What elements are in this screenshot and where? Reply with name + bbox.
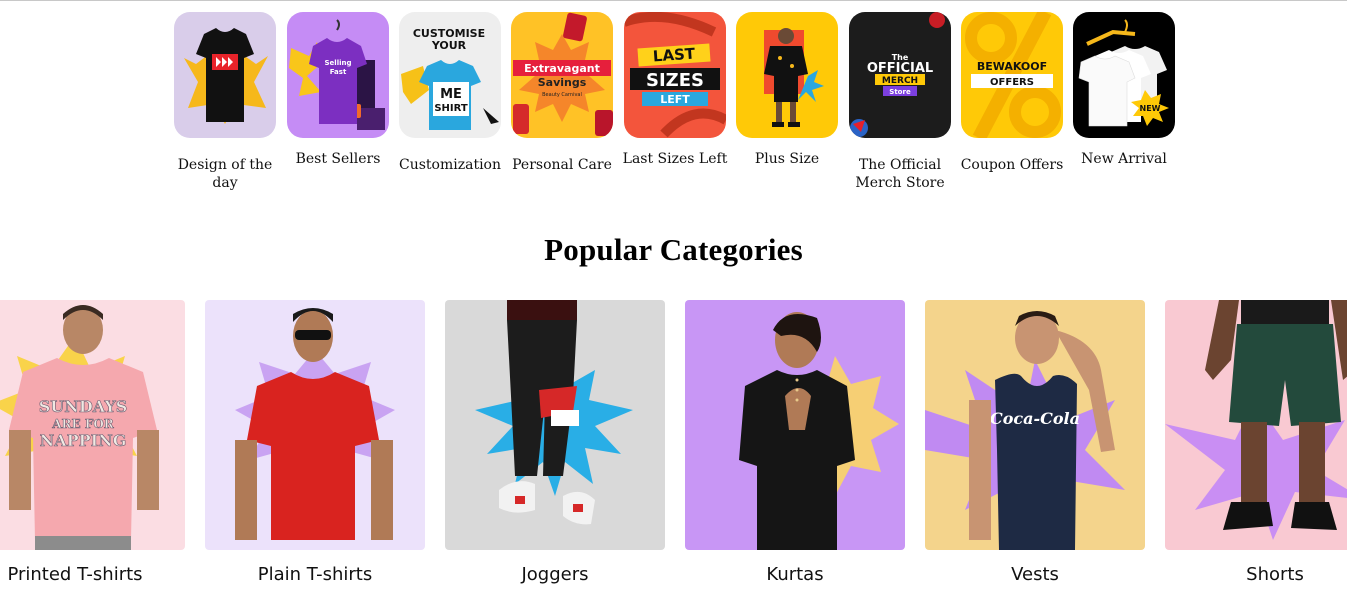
- model-photo: [685, 300, 905, 550]
- category-image[interactable]: [1165, 300, 1347, 550]
- story-thumbnail[interactable]: BEWAKOOF OFFERS: [961, 12, 1063, 138]
- tshirt-icon: Selling Fast: [287, 12, 389, 138]
- story-thumbnail[interactable]: Extravagant Savings Beauty Carnival: [511, 12, 613, 138]
- svg-text:ARE FOR: ARE FOR: [51, 417, 115, 431]
- svg-text:LAST: LAST: [652, 44, 696, 65]
- svg-text:SIZES: SIZES: [646, 70, 704, 91]
- story-thumbnail[interactable]: [174, 12, 276, 138]
- svg-text:SUNDAYS: SUNDAYS: [39, 397, 128, 416]
- category-image[interactable]: SUNDAYS ARE FOR NAPPING: [0, 300, 185, 550]
- story-customization[interactable]: CUSTOMISE YOUR ME SHIRT Customization: [399, 12, 501, 174]
- category-image[interactable]: [205, 300, 425, 550]
- category-label: Kurtas: [766, 564, 824, 585]
- category-label: Plain T-shirts: [257, 564, 373, 585]
- svg-text:Coca-Cola: Coca-Cola: [990, 409, 1080, 428]
- story-thumbnail[interactable]: Selling Fast: [287, 12, 389, 138]
- top-divider: [0, 0, 1347, 1]
- category-label: Vests: [1011, 564, 1059, 585]
- section-title: Popular Categories: [544, 232, 803, 267]
- story-plus-size[interactable]: Plus Size: [736, 12, 838, 168]
- model-photo: [205, 300, 425, 550]
- story-best-sellers[interactable]: Selling Fast Best Sellers: [287, 12, 389, 168]
- category-shorts[interactable]: Shorts: [1165, 300, 1347, 585]
- category-image[interactable]: [685, 300, 905, 550]
- story-last-sizes-left[interactable]: LAST SIZES LEFT Last Sizes Left: [623, 12, 727, 168]
- category-plain-tshirts[interactable]: Plain T-shirts: [205, 300, 425, 585]
- tshirt-icon: NEW: [1073, 12, 1175, 138]
- svg-text:OFFERS: OFFERS: [990, 77, 1034, 88]
- percent-icon: BEWAKOOF OFFERS: [961, 12, 1063, 138]
- svg-text:YOUR: YOUR: [431, 39, 467, 52]
- badge-icon: The OFFICIAL MERCH Store: [849, 12, 951, 138]
- story-thumbnail[interactable]: The OFFICIAL MERCH Store: [849, 12, 951, 138]
- story-coupon-offers[interactable]: BEWAKOOF OFFERS Coupon Offers: [961, 12, 1063, 174]
- tag-icon: Extravagant Savings Beauty Carnival: [511, 12, 613, 138]
- model-photo: [445, 300, 665, 550]
- model-photo: SUNDAYS ARE FOR NAPPING: [0, 300, 185, 550]
- story-personal-care[interactable]: Extravagant Savings Beauty Carnival Pers…: [511, 12, 613, 174]
- svg-text:Beauty Carnival: Beauty Carnival: [542, 92, 582, 98]
- person-icon: [736, 12, 838, 138]
- category-vests[interactable]: Coca-Cola Vests: [925, 300, 1145, 585]
- story-label: Last Sizes Left: [622, 151, 728, 167]
- category-kurtas[interactable]: Kurtas: [685, 300, 905, 585]
- category-label: Printed T-shirts: [7, 564, 143, 585]
- story-thumbnail[interactable]: CUSTOMISE YOUR ME SHIRT: [399, 12, 501, 138]
- svg-text:MERCH: MERCH: [882, 76, 918, 86]
- svg-text:NAPPING: NAPPING: [40, 431, 127, 450]
- category-printed-tshirts[interactable]: SUNDAYS ARE FOR NAPPING Printed T-shirts: [0, 300, 185, 585]
- tshirt-icon: CUSTOMISE YOUR ME SHIRT: [399, 12, 501, 138]
- svg-text:NEW: NEW: [1140, 104, 1161, 113]
- svg-text:LEFT: LEFT: [660, 93, 690, 106]
- tshirt-icon: [174, 12, 276, 138]
- svg-text:ME: ME: [440, 87, 462, 102]
- svg-text:OFFICIAL: OFFICIAL: [867, 61, 933, 76]
- story-thumbnail[interactable]: [736, 12, 838, 138]
- model-photo: Coca-Cola: [925, 300, 1145, 550]
- story-label: Plus Size: [754, 151, 820, 167]
- story-thumbnail[interactable]: NEW: [1073, 12, 1175, 138]
- story-label: Personal Care: [512, 157, 612, 173]
- svg-text:Extravagant: Extravagant: [524, 62, 600, 75]
- svg-text:Selling: Selling: [325, 59, 352, 67]
- category-label: Shorts: [1246, 564, 1304, 585]
- story-official-merch-store[interactable]: The OFFICIAL MERCH Store The Official Me…: [849, 12, 951, 192]
- category-carousel: SUNDAYS ARE FOR NAPPING Printed T-shirts: [0, 300, 1347, 600]
- story-label: Coupon Offers: [960, 157, 1064, 173]
- svg-text:Fast: Fast: [330, 68, 347, 76]
- story-design-of-the-day[interactable]: Design of the day: [174, 12, 276, 192]
- category-joggers[interactable]: Joggers: [445, 300, 665, 585]
- svg-text:Store: Store: [889, 88, 911, 96]
- story-label: Best Sellers: [295, 151, 381, 167]
- story-label: Design of the day: [177, 157, 273, 191]
- category-label: Joggers: [521, 564, 589, 585]
- story-thumbnail[interactable]: LAST SIZES LEFT: [624, 12, 726, 138]
- story-label: The Official Merch Store: [855, 157, 945, 191]
- svg-text:BEWAKOOF: BEWAKOOF: [977, 60, 1047, 73]
- story-label: New Arrival: [1081, 151, 1167, 167]
- category-image[interactable]: [445, 300, 665, 550]
- story-new-arrival[interactable]: NEW New Arrival: [1073, 12, 1175, 168]
- story-tiles-row: Design of the day Selling Fast Best Sell…: [174, 12, 1184, 202]
- category-image[interactable]: Coca-Cola: [925, 300, 1145, 550]
- svg-text:SHIRT: SHIRT: [434, 103, 468, 114]
- story-label: Customization: [399, 157, 501, 173]
- svg-text:Savings: Savings: [538, 76, 587, 89]
- model-photo: [1165, 300, 1347, 550]
- tag-icon: LAST SIZES LEFT: [624, 12, 726, 138]
